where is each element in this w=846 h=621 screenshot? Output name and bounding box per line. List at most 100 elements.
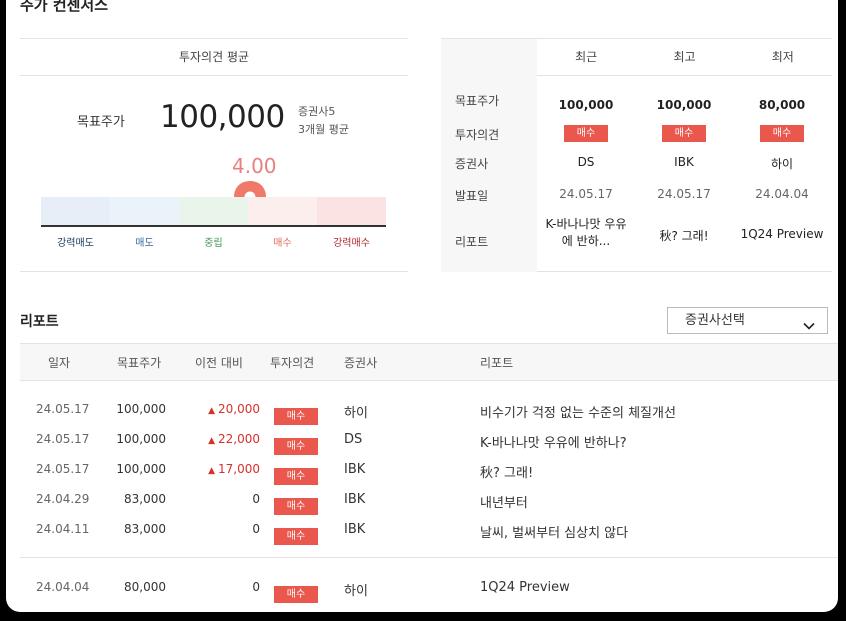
up-triangle-icon: ▲ bbox=[208, 466, 215, 476]
opinion-badge: 매수 bbox=[760, 125, 804, 142]
row-firm: IBK bbox=[344, 492, 366, 507]
row-diff-value: 22,000 bbox=[218, 432, 260, 446]
row-report-link[interactable]: 秋? 그래! bbox=[480, 462, 533, 481]
compare-price: 100,000 bbox=[558, 98, 614, 112]
scale-buy bbox=[248, 197, 317, 225]
opinion-badge: 매수 bbox=[274, 498, 318, 515]
opinion-average-header: 투자의견 평균 bbox=[20, 39, 408, 76]
compare-report-link[interactable]: 秋? 그래! bbox=[635, 227, 733, 244]
compare-date: 24.04.04 bbox=[755, 187, 809, 201]
firm-count: 증권사5 bbox=[298, 105, 336, 118]
row-report-link[interactable]: 비수기가 걱정 없는 수준의 체질개선 bbox=[480, 402, 676, 421]
row-report-link[interactable]: 날씨, 벌써부터 심상치 않다 bbox=[480, 522, 628, 541]
compare-opinion-cell: 매수 bbox=[733, 125, 831, 142]
scale-label-strong-buy: 강력매수 bbox=[333, 238, 370, 249]
compare-label-report: 리포트 bbox=[455, 235, 489, 249]
row-target-price: 83,000 bbox=[124, 492, 166, 506]
row-report-link[interactable]: 1Q24 Preview bbox=[480, 580, 570, 595]
firm-select-label: 증권사선택 bbox=[685, 313, 745, 328]
col-firm: 증권사 bbox=[344, 356, 378, 370]
table-row[interactable]: 24.04.11 83,000 0 매수 IBK 날씨, 벌써부터 심상치 않다 bbox=[20, 514, 838, 545]
row-diff: 0 bbox=[180, 522, 260, 536]
compare-report-link[interactable]: 1Q24 Preview bbox=[733, 227, 831, 241]
opinion-badge: 매수 bbox=[274, 408, 318, 425]
up-triangle-icon: ▲ bbox=[208, 406, 215, 416]
row-date: 24.05.17 bbox=[36, 402, 90, 416]
scale-label-neutral: 중립 bbox=[204, 238, 223, 249]
col-target-price: 목표주가 bbox=[117, 356, 162, 370]
compare-price: 100,000 bbox=[656, 98, 712, 112]
target-price-value: 100,000 bbox=[160, 99, 285, 135]
scale-strong-sell bbox=[41, 197, 110, 225]
col-diff: 이전 대비 bbox=[195, 356, 243, 370]
row-diff: 0 bbox=[180, 492, 260, 506]
table-row[interactable]: 24.04.29 83,000 0 매수 IBK 내년부터 bbox=[20, 484, 838, 515]
compare-label-firm: 증권사 bbox=[455, 157, 489, 171]
opinion-badge: 매수 bbox=[274, 528, 318, 545]
table-row[interactable]: 24.05.17 100,000 ▲ 17,000 매수 IBK 秋? 그래! bbox=[20, 454, 838, 485]
compare-firm: 하이 bbox=[770, 157, 794, 171]
scale-label-strong-sell: 강력매도 bbox=[57, 238, 94, 249]
row-firm: 하이 bbox=[344, 584, 368, 599]
compare-label-date: 발표일 bbox=[455, 189, 489, 203]
row-firm: DS bbox=[344, 432, 363, 447]
compare-report-link[interactable]: K-바나나맛 우유에 반하... bbox=[537, 216, 635, 250]
row-firm: IBK bbox=[344, 522, 366, 537]
chevron-down-icon bbox=[803, 315, 815, 340]
firm-select[interactable]: 증권사선택 bbox=[667, 307, 828, 334]
row-diff-value: 0 bbox=[252, 522, 260, 536]
row-report-link[interactable]: K-바나나맛 우유에 반하나? bbox=[480, 432, 627, 451]
row-date: 24.05.17 bbox=[36, 432, 90, 446]
compare-row-labels: 목표주가 투자의견 증권사 발표일 리포트 bbox=[441, 39, 537, 272]
table-row[interactable]: 24.04.04 80,000 0 매수 하이 1Q24 Preview bbox=[20, 572, 838, 603]
compare-price: 80,000 bbox=[758, 98, 806, 112]
row-diff: ▲ 20,000 bbox=[180, 402, 260, 416]
compare-date: 24.05.17 bbox=[559, 187, 613, 201]
col-opinion: 투자의견 bbox=[270, 356, 315, 370]
opinion-badge: 매수 bbox=[274, 468, 318, 485]
compare-opinion-cell: 매수 bbox=[635, 125, 733, 142]
compare-label-opinion: 투자의견 bbox=[455, 128, 500, 142]
col-date: 일자 bbox=[48, 356, 71, 370]
compare-column-high: 100,000 매수 IBK 24.05.17 秋? 그래! bbox=[635, 39, 733, 272]
consensus-widget: 주가 컨센서스 투자의견 평균 목표주가 100,000 증권사5 3개월 평균… bbox=[6, 0, 838, 612]
row-target-price: 83,000 bbox=[124, 522, 166, 536]
compare-label-price: 목표주가 bbox=[455, 94, 500, 108]
table-row[interactable]: 24.05.17 100,000 ▲ 22,000 매수 DS K-바나나맛 우유에 반하나… bbox=[20, 424, 838, 455]
row-date: 24.04.11 bbox=[36, 522, 90, 536]
row-date: 24.05.17 bbox=[36, 462, 90, 476]
opinion-scale-bar bbox=[41, 197, 386, 227]
scale-sell bbox=[110, 197, 179, 225]
row-report-link[interactable]: 내년부터 bbox=[480, 492, 528, 511]
table-row[interactable]: 24.05.17 100,000 ▲ 20,000 매수 하이 비수기가 걱정 없는 수준의… bbox=[20, 394, 838, 425]
row-diff-value: 0 bbox=[252, 580, 260, 594]
opinion-badge: 매수 bbox=[564, 125, 608, 142]
scale-neutral bbox=[179, 197, 248, 225]
opinion-average-panel: 투자의견 평균 목표주가 100,000 증권사5 3개월 평균 4.00 강력… bbox=[20, 38, 408, 272]
compare-panel: 목표주가 투자의견 증권사 발표일 리포트 최근 최고 최저 100,000 매… bbox=[441, 38, 832, 272]
opinion-badge: 매수 bbox=[662, 125, 706, 142]
compare-opinion-cell: 매수 bbox=[537, 125, 635, 142]
col-report: 리포트 bbox=[480, 356, 514, 370]
row-target-price: 100,000 bbox=[116, 402, 166, 416]
compare-date: 24.05.17 bbox=[657, 187, 711, 201]
opinion-score: 4.00 bbox=[232, 154, 277, 178]
average-period: 3개월 평균 bbox=[298, 123, 349, 136]
up-triangle-icon: ▲ bbox=[208, 436, 215, 446]
row-diff-value: 17,000 bbox=[218, 462, 260, 476]
row-diff: ▲ 22,000 bbox=[180, 432, 260, 446]
row-diff-value: 0 bbox=[252, 492, 260, 506]
compare-column-low: 80,000 매수 하이 24.04.04 1Q24 Preview bbox=[733, 39, 831, 272]
compare-firm: IBK bbox=[674, 155, 694, 169]
opinion-badge: 매수 bbox=[274, 438, 318, 455]
row-date: 24.04.04 bbox=[36, 580, 90, 594]
row-firm: IBK bbox=[344, 462, 366, 477]
row-diff-value: 20,000 bbox=[218, 402, 260, 416]
opinion-badge: 매수 bbox=[274, 586, 318, 603]
row-target-price: 100,000 bbox=[116, 432, 166, 446]
row-date: 24.04.29 bbox=[36, 492, 90, 506]
row-diff: ▲ 17,000 bbox=[180, 462, 260, 476]
reports-table-header: 일자 목표주가 이전 대비 투자의견 증권사 리포트 bbox=[20, 343, 838, 381]
opinion-scale-labels: 강력매도 매도 중립 매수 강력매수 bbox=[41, 234, 386, 249]
compare-firm: DS bbox=[577, 155, 595, 169]
